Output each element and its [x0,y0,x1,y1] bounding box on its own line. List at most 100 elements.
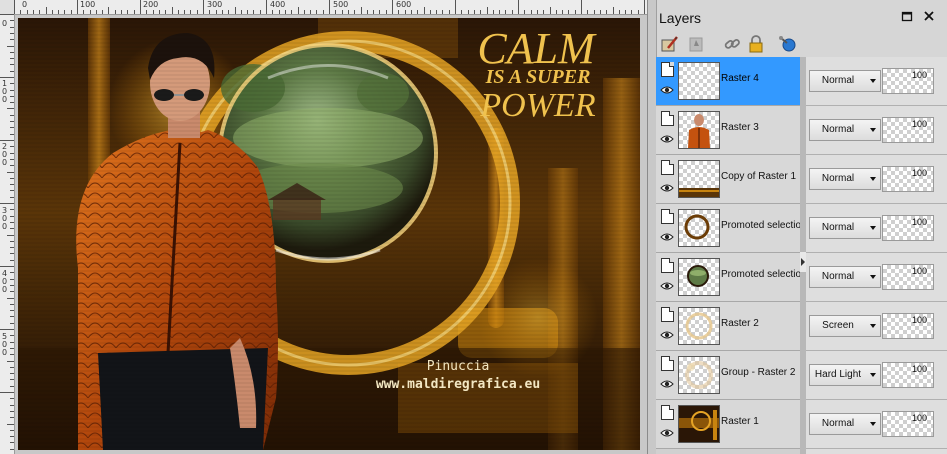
globe-pin-icon[interactable] [778,34,798,54]
ruler-label: 300 [207,0,223,9]
ruler-tick [10,436,14,437]
ruler-tick [468,10,469,14]
mask-icon[interactable] [686,34,706,54]
layer-type-icon[interactable] [661,258,674,273]
ruler-tick [398,10,399,14]
canvas-area[interactable]: 0 100 200 300 400 500 600 0 100 200 300 … [0,0,647,454]
layer-row[interactable]: Copy of Raster 1 [656,155,800,204]
layer-row[interactable]: Raster 3 [656,106,800,155]
ruler-tick [10,449,14,450]
layer-row[interactable]: Raster 2 [656,302,800,351]
ruler-tick [10,228,14,229]
layer-type-icon[interactable] [661,356,674,371]
blend-mode-select[interactable]: Screen [809,315,881,337]
layer-row[interactable]: Raster 4 [656,57,800,106]
layer-type-icon[interactable] [661,111,674,126]
blend-mode-select[interactable]: Normal [809,266,881,288]
ruler-tick [631,10,632,14]
ruler-corner [0,0,15,15]
opacity-slider[interactable]: 100 [882,117,934,143]
opacity-value: 100 [911,364,927,374]
layer-type-icon[interactable] [661,405,674,420]
visibility-eye-icon[interactable] [660,281,674,291]
ruler-tick [505,10,506,14]
layer-name: Raster 3 [721,122,759,133]
visibility-eye-icon[interactable] [660,183,674,193]
ruler-tick [10,58,14,59]
ruler-label: 100 [2,79,8,104]
visibility-eye-icon[interactable] [660,379,674,389]
layer-type-icon[interactable] [661,209,674,224]
artwork-svg: CALM IS A SUPER POWER Pinuccia www.maldi… [18,18,640,450]
visibility-eye-icon[interactable] [660,134,674,144]
ruler-tick [10,165,14,166]
layer-type-icon[interactable] [661,62,674,77]
opacity-slider[interactable]: 100 [882,166,934,192]
layer-row[interactable]: Group - Raster 2 [656,351,800,400]
layer-thumbnail [678,307,720,345]
blend-mode-select[interactable]: Hard Light [809,364,881,386]
close-icon[interactable] [922,10,936,24]
ruler-tick [562,10,563,14]
link-icon[interactable] [722,34,742,54]
layer-row[interactable]: Promoted selectio [656,204,800,253]
ruler-label: 200 [2,142,8,167]
ruler-label: 0 [2,19,8,28]
layer-type-icon[interactable] [661,307,674,322]
layer-row[interactable]: Promoted selectio [656,253,800,302]
ruler-label: 500 [333,0,349,9]
visibility-eye-icon[interactable] [660,232,674,242]
ruler-tick [417,10,418,14]
ruler-tick [10,39,14,40]
blend-mode-select[interactable]: Normal [809,413,881,435]
opacity-slider[interactable]: 100 [882,264,934,290]
ruler-tick [298,7,299,14]
visibility-eye-icon[interactable] [660,428,674,438]
ruler-tick [108,7,109,14]
lock-icon[interactable] [746,34,766,54]
ruler-tick [10,291,14,292]
ruler-tick [7,46,14,47]
artwork-image[interactable]: CALM IS A SUPER POWER Pinuccia www.maldi… [18,18,640,450]
layer-thumbnail [678,160,720,198]
ruler-tick [10,304,14,305]
ruler-tick [190,10,191,14]
ruler-tick [10,33,14,34]
ruler-tick [184,10,185,14]
ruler-tick [7,108,14,109]
blend-mode-select[interactable]: Normal [809,217,881,239]
ruler-tick [10,222,14,223]
layers-list: Raster 4 Raster 3 Copy of Raster 1 Promoted… [656,57,800,454]
layer-properties-row: Hard Light 100 [806,351,947,400]
layer-name: Promoted selectio [721,269,800,280]
blend-mode-select[interactable]: Normal [809,168,881,190]
ruler-tick [474,10,475,14]
opacity-value: 100 [911,266,927,276]
ruler-tick [279,10,280,14]
ruler-tick [0,329,14,330]
horizontal-ruler: 0 100 200 300 400 500 600 [14,0,647,15]
opacity-slider[interactable]: 100 [882,313,934,339]
opacity-slider[interactable]: 100 [882,362,934,388]
blend-mode-label: Screen [822,320,854,331]
layer-name: Copy of Raster 1 [721,171,797,182]
edit-layer-icon[interactable] [660,34,680,54]
opacity-slider[interactable]: 100 [882,411,934,437]
restore-icon[interactable] [900,10,914,24]
ruler-tick [96,10,97,14]
ruler-tick [310,10,311,14]
ruler-tick [335,10,336,14]
blend-mode-label: Hard Light [814,369,862,380]
ruler-tick [10,316,14,317]
layer-type-icon[interactable] [661,160,674,175]
blend-mode-select[interactable]: Normal [809,119,881,141]
blend-mode-select[interactable]: Normal [809,70,881,92]
ruler-tick [10,127,14,128]
layer-row[interactable]: Raster 1 [656,400,800,449]
visibility-eye-icon[interactable] [660,330,674,340]
ruler-label: 400 [2,269,8,294]
opacity-slider[interactable]: 100 [882,68,934,94]
opacity-slider[interactable]: 100 [882,215,934,241]
ruler-tick [127,10,128,14]
visibility-eye-icon[interactable] [660,85,674,95]
